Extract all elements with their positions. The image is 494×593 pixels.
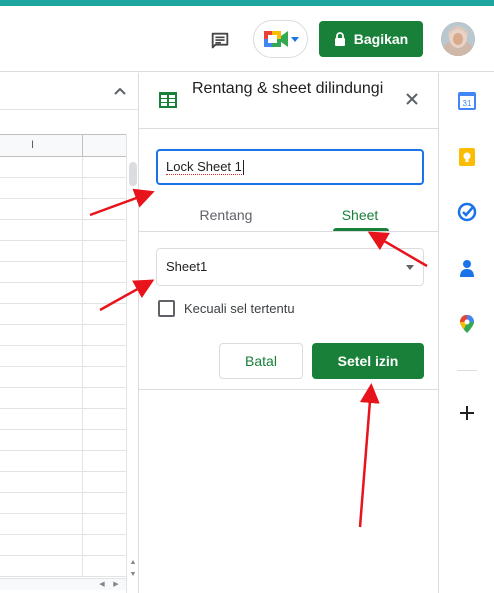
set-permissions-button[interactable]: Setel izin <box>312 343 424 379</box>
except-cells-checkbox[interactable] <box>158 299 175 317</box>
cancel-button-label: Batal <box>245 353 277 369</box>
scroll-right-arrow-icon[interactable]: ▶ <box>110 579 122 591</box>
tasks-icon[interactable] <box>457 202 477 222</box>
sheets-icon <box>159 92 177 108</box>
close-icon[interactable] <box>404 91 420 107</box>
set-permissions-label: Setel izin <box>337 353 399 369</box>
collapse-bar <box>0 73 138 110</box>
except-cells-option: Kecuali sel tertentu <box>158 298 295 318</box>
side-panel-rail: 31 <box>440 73 494 593</box>
protected-ranges-panel: Rentang & sheet dilindungi Lock Sheet 1 … <box>138 73 439 593</box>
chevron-up-icon[interactable] <box>111 82 129 100</box>
keep-icon[interactable] <box>457 147 477 167</box>
column-header-row: I <box>0 134 126 157</box>
description-input[interactable]: Lock Sheet 1 <box>156 149 424 185</box>
description-input-value: Lock Sheet 1 <box>166 159 242 175</box>
contacts-icon[interactable] <box>457 258 477 278</box>
comment-history-button[interactable] <box>203 24 237 58</box>
except-cells-label[interactable]: Kecuali sel tertentu <box>184 301 295 316</box>
calendar-day: 31 <box>463 99 472 108</box>
rail-divider <box>457 370 477 371</box>
tab-range-label: Rentang <box>199 207 253 223</box>
scroll-left-arrow-icon[interactable]: ◀ <box>96 579 108 591</box>
panel-header: Rentang & sheet dilindungi <box>139 73 439 129</box>
spreadsheet-grid-area: I ▲ ▼ ◀ ▶ <box>0 73 138 593</box>
horizontal-scrollbar[interactable]: ◀ ▶ <box>0 578 126 590</box>
toolbar-header: Bagikan <box>0 6 494 72</box>
dropdown-arrow-icon <box>406 265 414 270</box>
active-tab-indicator <box>333 228 389 231</box>
meet-icon <box>263 31 288 47</box>
grid-column-line <box>82 157 83 577</box>
grid-cells[interactable] <box>0 157 126 577</box>
sheet-select-value: Sheet1 <box>166 259 208 274</box>
calendar-icon[interactable]: 31 <box>457 91 477 111</box>
sheet-select[interactable]: Sheet1 <box>156 248 424 286</box>
comment-icon <box>211 32 229 49</box>
avatar[interactable] <box>441 22 475 56</box>
vertical-scroll-thumb[interactable] <box>129 162 137 186</box>
tab-range[interactable]: Rentang <box>174 198 278 232</box>
maps-icon[interactable] <box>457 314 477 334</box>
vertical-scrollbar[interactable]: ▲ ▼ <box>126 134 138 593</box>
lock-icon <box>334 32 345 46</box>
meet-button[interactable] <box>253 20 308 58</box>
tab-sheet-label: Sheet <box>341 207 379 223</box>
share-button[interactable]: Bagikan <box>319 21 423 57</box>
add-icon[interactable] <box>457 403 477 423</box>
meet-dropdown-icon <box>290 36 299 42</box>
cancel-button[interactable]: Batal <box>219 343 303 379</box>
share-label: Bagikan <box>353 31 409 47</box>
tab-sheet[interactable]: Sheet <box>331 198 389 232</box>
panel-title: Rentang & sheet dilindungi <box>192 80 384 97</box>
avatar-image <box>441 22 475 56</box>
column-divider <box>82 135 83 157</box>
panel-divider <box>139 389 439 390</box>
column-header-label[interactable]: I <box>31 139 34 151</box>
text-caret <box>242 160 244 176</box>
range-sheet-tabs: Rentang Sheet <box>139 198 439 232</box>
